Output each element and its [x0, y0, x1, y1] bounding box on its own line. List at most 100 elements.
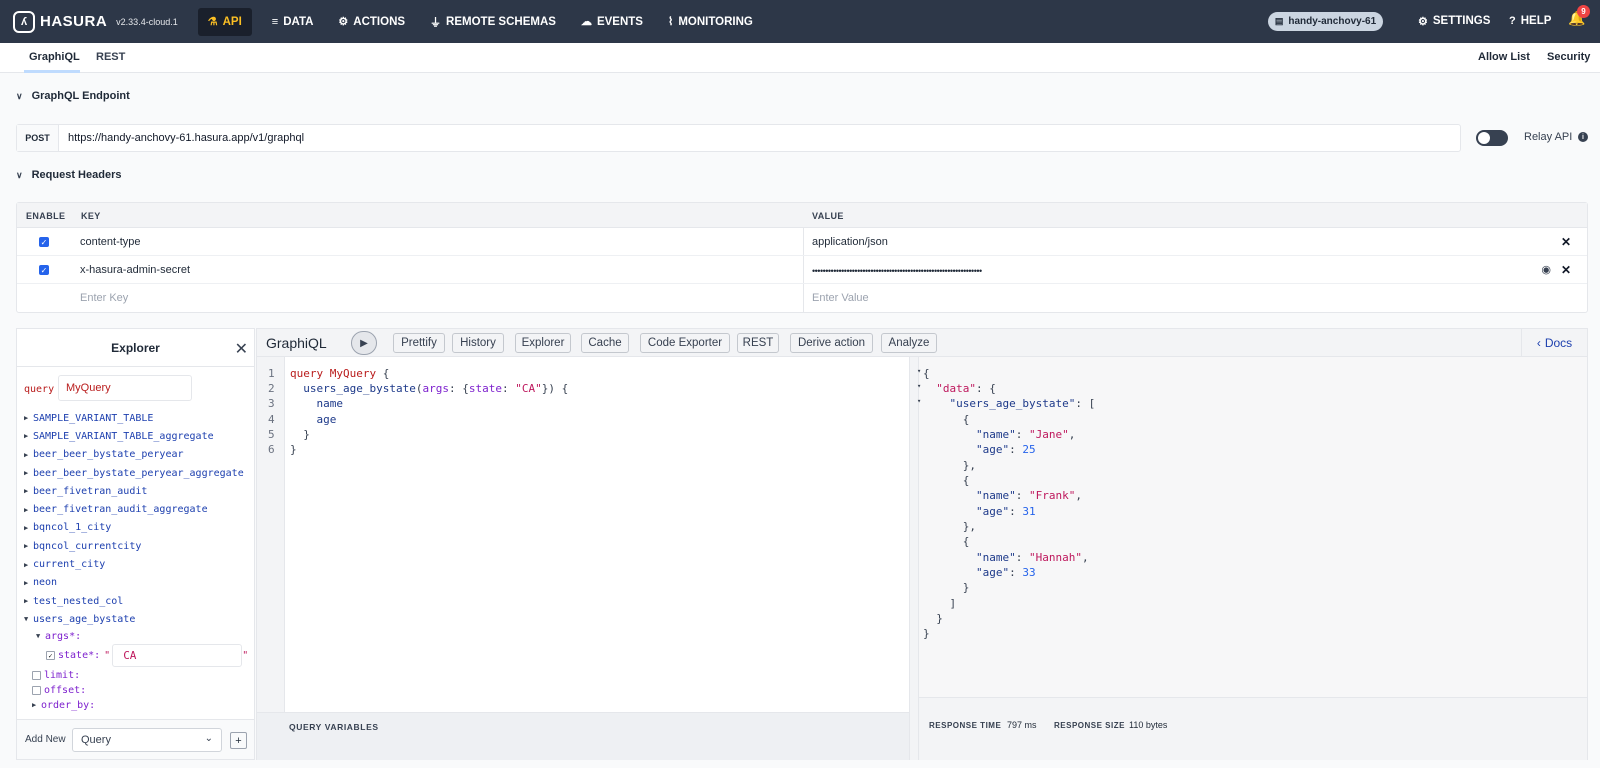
tree-item[interactable]: ▶ beer_fivetran_audit_aggregate — [24, 500, 252, 518]
pane-divider[interactable] — [909, 357, 919, 760]
tree-item[interactable]: ▶ neon — [24, 574, 252, 592]
notification-badge: 9 — [1577, 5, 1590, 18]
plug-icon: ⏚ — [430, 16, 442, 29]
info-icon[interactable]: i — [1578, 132, 1588, 142]
json-line: } — [923, 627, 930, 640]
caret-right-icon: ▶ — [24, 450, 29, 459]
caret-right-icon: ▶ — [24, 432, 29, 441]
tree-item[interactable]: ▶ SAMPLE_VARIANT_TABLE_aggregate — [24, 427, 252, 445]
tab-graphiql[interactable]: GraphiQL — [29, 51, 80, 63]
history-button[interactable]: History — [452, 333, 504, 353]
derive-action-button[interactable]: Derive action — [790, 333, 873, 353]
tree-item-expanded[interactable]: ▼ users_age_bystate — [24, 610, 252, 628]
json-string: "Frank" — [1028, 489, 1076, 502]
tree-item[interactable]: ▶ beer_beer_bystate_peryear — [24, 446, 252, 464]
header-enable-checkbox[interactable]: ✓ — [39, 237, 49, 247]
gear-icon: ⚙ — [1418, 15, 1428, 28]
tree-item[interactable]: ▶ test_nested_col — [24, 592, 252, 610]
query-variables-pane[interactable]: QUERY VARIABLES — [257, 712, 909, 760]
json-number: 31 — [1022, 505, 1036, 518]
new-value-input[interactable]: Enter Value — [812, 292, 869, 304]
header-enable-checkbox[interactable]: ✓ — [39, 265, 49, 275]
explorer-tree: ▶ SAMPLE_VARIANT_TABLE ▶ SAMPLE_VARIANT_TA… — [24, 409, 252, 713]
allow-list-link[interactable]: Allow List — [1478, 51, 1530, 63]
add-new-select[interactable]: Query ⌄ — [72, 728, 222, 752]
query-name-input[interactable]: MyQuery — [58, 375, 192, 401]
state-arg-row: ✓ state*: " CA " — [24, 644, 252, 668]
flask-icon: ⚗ — [207, 16, 218, 28]
docs-button[interactable]: ‹ Docs — [1521, 329, 1587, 356]
tree-item-label: beer_beer_bystate_peryear — [33, 449, 184, 461]
enable-column-header: ENABLE — [26, 211, 66, 221]
rest-button[interactable]: REST — [737, 333, 779, 353]
explorer-button[interactable]: Explorer — [515, 333, 571, 353]
security-link[interactable]: Security — [1547, 51, 1590, 63]
code-field: users_age_bystate — [303, 382, 416, 395]
offset-arg-row[interactable]: offset: — [24, 683, 252, 698]
tab-rest[interactable]: REST — [96, 51, 125, 63]
nav-actions[interactable]: ⚙ ACTIONS — [328, 8, 415, 36]
settings-link[interactable]: ⚙ SETTINGS — [1408, 7, 1500, 35]
nav-remote-schemas[interactable]: ⏚ REMOTE SCHEMAS — [420, 8, 566, 36]
header-value-masked[interactable]: ••••••••••••••••••••••••••••••••••••••••… — [812, 266, 982, 276]
cache-button[interactable]: Cache — [581, 333, 629, 353]
hasura-logo[interactable]: ʎ HASURA v2.33.4-cloud.1 — [13, 0, 178, 43]
tree-item[interactable]: ▶ beer_beer_bystate_peryear_aggregate — [24, 464, 252, 482]
offset-checkbox[interactable] — [32, 685, 41, 695]
order-by-arg-row[interactable]: ▶ order_by: — [24, 698, 252, 713]
header-key[interactable]: x-hasura-admin-secret — [80, 264, 190, 276]
nav-api-label: API — [222, 15, 242, 28]
code-line: name — [290, 397, 344, 410]
nav-monitoring-label: MONITORING — [678, 15, 753, 28]
code-arg: args — [422, 382, 449, 395]
query-editor[interactable]: 1 2 3 4 5 6 query MyQuery { users_age_by… — [257, 357, 909, 712]
tree-item[interactable]: ▶ beer_fivetran_audit — [24, 482, 252, 500]
tree-item[interactable]: ▶ bqncol_currentcity — [24, 537, 252, 555]
close-icon[interactable]: ✕ — [235, 339, 248, 359]
code-arg-key: state — [468, 382, 502, 395]
nav-events[interactable]: ☁ EVENTS — [571, 8, 653, 36]
top-navbar: ʎ HASURA v2.33.4-cloud.1 ⚗ API ≡ DATA ⚙ … — [0, 0, 1600, 43]
code-operation-name: MyQuery — [329, 367, 377, 380]
fold-icon[interactable]: ▾ — [917, 382, 921, 390]
remove-header-icon[interactable]: ✕ — [1561, 235, 1571, 249]
limit-arg-row[interactable]: limit: — [24, 668, 252, 683]
close-quote: " — [242, 650, 249, 662]
args-node[interactable]: ▼ args*: — [24, 629, 252, 644]
header-key[interactable]: content-type — [80, 236, 141, 248]
code-exporter-button[interactable]: Code Exporter — [640, 333, 730, 353]
project-selector[interactable]: ▤ handy-anchovy-61 — [1268, 12, 1383, 31]
remove-header-icon[interactable]: ✕ — [1561, 263, 1571, 277]
state-checkbox[interactable]: ✓ — [46, 651, 55, 661]
chart-icon: ⌇ — [667, 16, 674, 28]
help-link[interactable]: ? HELP — [1499, 7, 1561, 35]
tree-item[interactable]: ▶ SAMPLE_VARIANT_TABLE — [24, 409, 252, 427]
relay-api-toggle[interactable] — [1476, 130, 1508, 146]
nav-data[interactable]: ≡ DATA — [262, 8, 324, 36]
limit-checkbox[interactable] — [32, 670, 41, 680]
nav-monitoring[interactable]: ⌇ MONITORING — [658, 8, 763, 36]
tree-item-label: current_city — [33, 559, 106, 571]
header-value[interactable]: application/json — [812, 236, 888, 248]
caret-down-icon: ▼ — [36, 632, 41, 641]
caret-right-icon: ▶ — [24, 487, 29, 496]
new-key-input[interactable]: Enter Key — [80, 292, 128, 304]
endpoint-section-toggle[interactable]: ∨ GraphQL Endpoint — [16, 90, 130, 102]
nav-api[interactable]: ⚗ API — [197, 7, 252, 36]
json-line: { — [923, 474, 970, 487]
execute-query-button[interactable]: ▶ — [351, 331, 377, 355]
state-value-input[interactable]: CA — [112, 644, 243, 668]
http-method-badge: POST — [17, 125, 59, 151]
endpoint-url[interactable]: https://handy-anchovy-61.hasura.app/v1/g… — [59, 132, 304, 144]
chevron-down-icon: ∨ — [16, 169, 23, 180]
json-line: { — [923, 535, 970, 548]
fold-icon[interactable]: ▾ — [917, 367, 921, 375]
add-new-button[interactable]: + — [230, 732, 247, 749]
tree-item[interactable]: ▶ current_city — [24, 555, 252, 573]
prettify-button[interactable]: Prettify — [393, 333, 445, 353]
fold-icon[interactable]: ▾ — [917, 397, 921, 405]
eye-icon[interactable]: ◉ — [1541, 263, 1551, 276]
tree-item[interactable]: ▶ bqncol_1_city — [24, 519, 252, 537]
analyze-button[interactable]: Analyze — [881, 333, 937, 353]
headers-section-toggle[interactable]: ∨ Request Headers — [16, 169, 121, 181]
